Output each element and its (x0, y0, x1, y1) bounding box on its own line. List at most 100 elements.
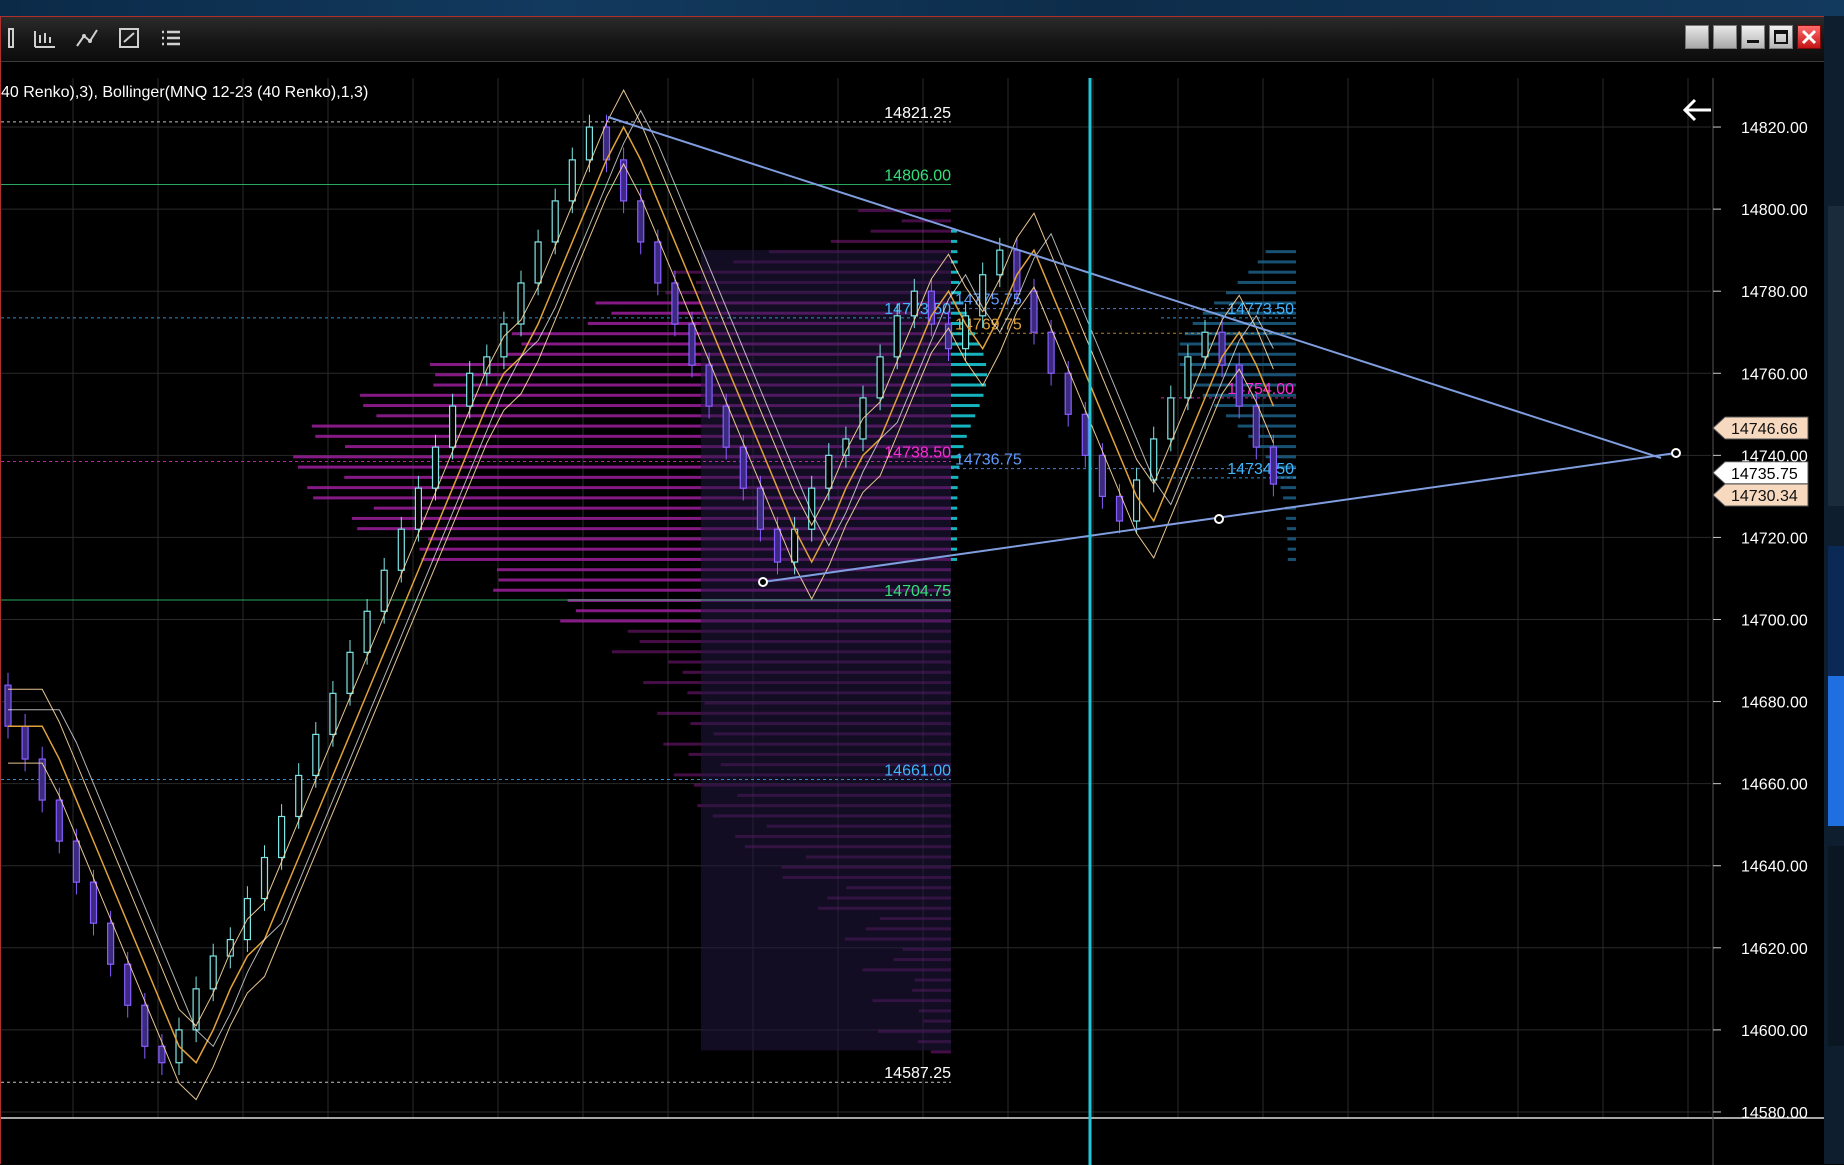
maximize-button[interactable] (1769, 25, 1793, 49)
renko-brick-up (278, 815, 286, 859)
list-icon[interactable] (157, 25, 185, 51)
session-profile-bar (951, 475, 959, 479)
session-profile-bar (951, 414, 976, 418)
renko-brick-up (551, 200, 559, 243)
right-profile-bar (1237, 280, 1296, 284)
minimize-button[interactable] (1741, 25, 1765, 49)
renko-brick-up (414, 487, 422, 530)
renko-brick-down (89, 881, 98, 924)
session-profile-bar (951, 506, 958, 510)
price-level-label: 14738.50 (884, 445, 951, 462)
session-profile-bar (951, 486, 958, 490)
renko-brick-up (449, 405, 457, 448)
session-level-label: 14736.75 (955, 452, 1022, 469)
right-profile-bar (1226, 414, 1296, 418)
session-profile-bar (951, 239, 958, 243)
renko-brick-down (1252, 405, 1260, 448)
renko-brick-down (158, 1045, 166, 1064)
session-profile-bar (951, 537, 958, 541)
back-arrow-icon[interactable] (1677, 92, 1717, 128)
trendline-anchor (1214, 514, 1224, 524)
renko-brick-down (773, 528, 782, 563)
right-profile-level-label: 14734.50 (1227, 461, 1294, 478)
volume-profile-bar (870, 229, 951, 233)
renko-brick-up (329, 692, 337, 736)
price-axis-label: 14820.00 (1741, 120, 1808, 137)
price-axis-label: 14660.00 (1741, 777, 1808, 794)
session-profile-bar (951, 383, 987, 387)
renko-brick-down (124, 963, 132, 1006)
renko-brick-up (585, 126, 594, 161)
renko-brick-up (346, 651, 354, 694)
renko-brick-down (55, 799, 63, 842)
volume-profile-bar (830, 239, 951, 243)
right-profile-level-label: 14773.50 (1227, 301, 1294, 318)
renko-brick-up (397, 528, 405, 571)
price-axis-label: 14700.00 (1741, 613, 1808, 630)
chart-area[interactable]: 14821.25 14806.00 14773.50 14738.50 14704.75… (1, 78, 1825, 1165)
minimize-icon (1747, 40, 1759, 43)
right-profile-bar (1287, 547, 1296, 551)
renko-chart[interactable]: 14821.25 14806.00 14773.50 14738.50 14704.75… (1, 78, 1825, 1165)
renko-brick-up (910, 290, 918, 317)
strip-block (1828, 206, 1844, 506)
window-titlebar[interactable] (1, 17, 1824, 62)
drawing-tools-icon[interactable] (73, 25, 101, 51)
close-button[interactable] (1797, 25, 1821, 49)
renko-brick-up (568, 159, 576, 202)
renko-brick-down (1030, 290, 1038, 333)
renko-brick-up (1167, 397, 1175, 440)
right-profile-bar (1280, 486, 1296, 490)
properties-icon[interactable] (115, 25, 143, 51)
strip-block (1828, 676, 1844, 826)
session-profile-bar (951, 547, 958, 551)
renko-brick-down (1098, 454, 1107, 497)
session-profile-bar (951, 373, 987, 377)
bar-chart-icon[interactable] (1, 25, 29, 51)
bar-chart-icon[interactable] (31, 25, 59, 51)
renko-brick-up (534, 241, 542, 284)
indicator-label: 40 Renko),3), Bollinger(MNQ 12-23 (40 Re… (1, 84, 369, 101)
price-tag-label: 14730.34 (1731, 488, 1798, 505)
trendline-anchor (1671, 448, 1681, 458)
right-profile-bar (1178, 352, 1296, 356)
price-axis-label: 14680.00 (1741, 695, 1808, 712)
session-profile-bar (951, 527, 958, 531)
price-level-label: 14587.25 (884, 1065, 951, 1082)
session-profile-bar (951, 250, 958, 254)
renko-brick-up (825, 454, 833, 489)
session-profile-bar (951, 557, 958, 561)
volume-profile-bar (858, 209, 951, 213)
session-profile-bar (951, 496, 958, 500)
strip-block (1828, 846, 1844, 1046)
price-axis-label: 14800.00 (1741, 202, 1808, 219)
price-axis-label: 14720.00 (1741, 530, 1808, 547)
renko-brick-down (38, 758, 46, 801)
bollinger-middle-line (8, 125, 1275, 1064)
right-profile-bar (1286, 527, 1296, 531)
strip-block (1828, 546, 1844, 676)
right-profile-bar (1286, 516, 1296, 520)
price-tag-label: 14746.66 (1731, 421, 1798, 438)
renko-brick-down (4, 684, 12, 727)
price-level-label: 14661.00 (884, 763, 951, 780)
restore-left-button[interactable] (1685, 25, 1709, 49)
right-profile-bar (1287, 557, 1296, 561)
renko-brick-up (1184, 356, 1192, 399)
price-level-label: 14821.25 (884, 105, 951, 122)
restore-right-button[interactable] (1713, 25, 1737, 49)
renko-brick-up (363, 610, 371, 653)
session-profile-bar (951, 445, 964, 449)
renko-brick-up (466, 372, 474, 407)
renko-brick-down (739, 446, 747, 489)
right-profile-bar (1287, 537, 1296, 541)
price-axis-label: 14640.00 (1741, 859, 1808, 876)
renko-brick-down (619, 159, 628, 202)
renko-brick-down (688, 323, 696, 366)
renko-brick-up (312, 733, 320, 777)
renko-brick-up (380, 569, 388, 612)
right-profile-bar (1265, 250, 1296, 254)
session-profile-bar (951, 352, 984, 356)
right-profile-bar (1283, 496, 1296, 500)
renko-brick-down (671, 282, 679, 325)
